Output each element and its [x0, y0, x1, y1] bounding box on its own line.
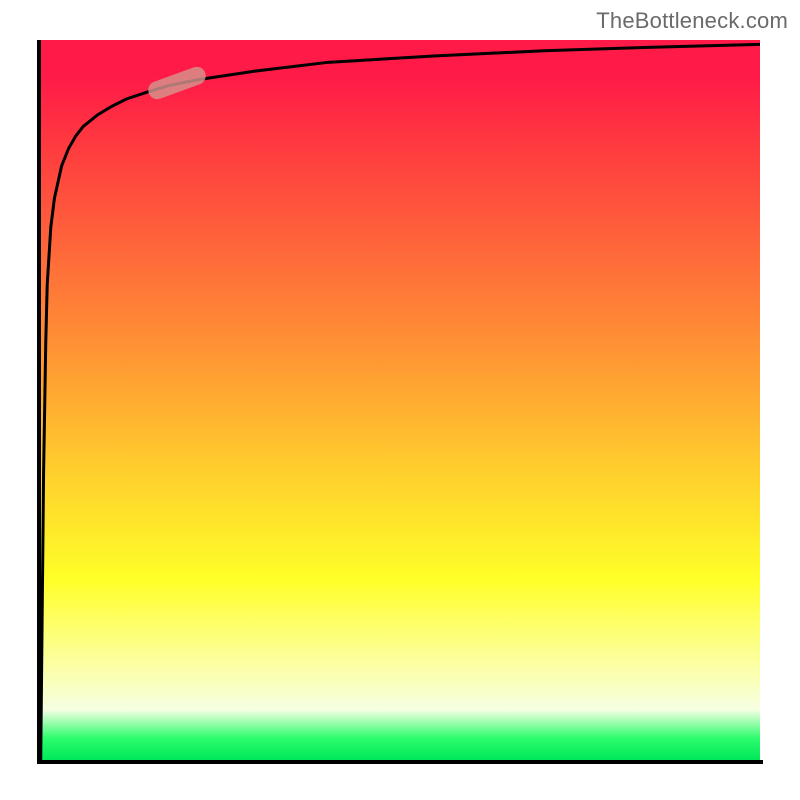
- y-axis: [37, 40, 41, 764]
- chart-canvas: TheBottleneck.com: [0, 0, 800, 800]
- attribution-text: TheBottleneck.com: [596, 8, 788, 34]
- x-axis: [37, 760, 763, 764]
- curve-line: [40, 40, 760, 760]
